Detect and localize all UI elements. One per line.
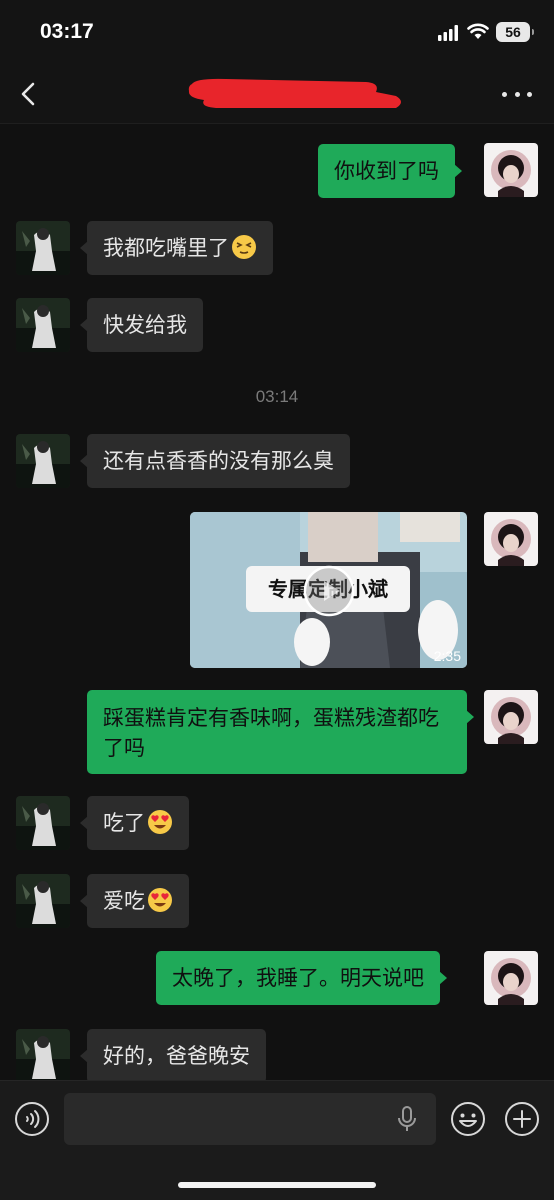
contact-avatar[interactable] <box>16 221 70 275</box>
contact-avatar[interactable] <box>16 874 70 928</box>
chat-messages: 你收到了吗 我都吃嘴里了 快发给我 03:14 还有点香香的没有那么臭 专属定制… <box>0 125 554 1080</box>
plus-icon[interactable] <box>504 1101 540 1137</box>
message-bubble-incoming[interactable]: 我都吃嘴里了 <box>80 221 273 275</box>
status-bar: 03:17 56 <box>0 0 554 64</box>
message-input[interactable] <box>64 1093 436 1145</box>
home-indicator <box>178 1182 376 1188</box>
chat-header <box>0 64 554 124</box>
contact-avatar[interactable] <box>16 796 70 850</box>
voice-icon[interactable] <box>14 1101 50 1137</box>
back-icon[interactable] <box>14 78 44 110</box>
input-bar <box>0 1080 554 1200</box>
cellular-signal-icon <box>438 25 458 41</box>
message-timestamp: 03:14 <box>255 387 299 406</box>
message-bubble-incoming[interactable]: 好的，爸爸晚安 <box>80 1029 266 1080</box>
play-icon[interactable] <box>303 565 355 617</box>
wifi-icon <box>467 23 489 39</box>
my-avatar[interactable] <box>484 690 538 744</box>
message-bubble-incoming[interactable]: 快发给我 <box>80 298 203 352</box>
mic-icon[interactable] <box>396 1105 418 1133</box>
message-bubble-outgoing[interactable]: 你收到了吗 <box>318 144 462 198</box>
face-emoji-icon <box>232 235 256 259</box>
contact-avatar[interactable] <box>16 1029 70 1080</box>
message-bubble-outgoing[interactable]: 踩蛋糕肯定有香味啊，蛋糕残渣都吃了吗 <box>87 690 474 774</box>
contact-avatar[interactable] <box>16 298 70 352</box>
heart-eyes-emoji-icon <box>148 810 172 834</box>
status-time: 03:17 <box>40 20 94 43</box>
battery-indicator: 56 <box>496 22 534 42</box>
message-bubble-outgoing[interactable]: 太晚了，我睡了。明天说吧 <box>156 951 447 1005</box>
my-avatar[interactable] <box>484 951 538 1005</box>
video-message[interactable]: 专属定制小斌 2:35 <box>190 512 467 668</box>
more-icon[interactable] <box>496 78 538 110</box>
message-bubble-incoming[interactable]: 还有点香香的没有那么臭 <box>80 434 350 488</box>
my-avatar[interactable] <box>484 143 538 197</box>
heart-eyes-emoji-icon <box>148 888 172 912</box>
contact-avatar[interactable] <box>16 434 70 488</box>
emoji-icon[interactable] <box>450 1101 486 1137</box>
video-duration: 2:35 <box>433 648 461 664</box>
my-avatar[interactable] <box>484 512 538 566</box>
contact-name-redaction <box>188 78 401 108</box>
message-bubble-incoming[interactable]: 爱吃 <box>80 874 189 928</box>
message-bubble-incoming[interactable]: 吃了 <box>80 796 189 850</box>
